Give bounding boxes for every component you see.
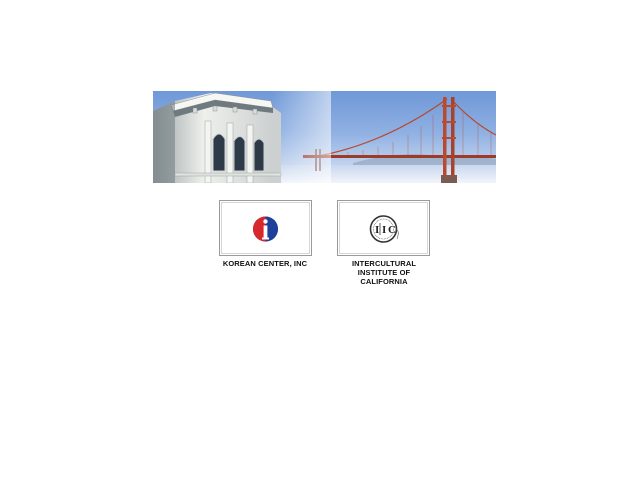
iic-name-line-2[interactable]: INSTITUTE OF [340, 268, 428, 277]
iic-logo-link[interactable]: I I C [337, 200, 430, 256]
header-banner-image [153, 91, 496, 183]
iic-logo-letter-i1: I [375, 224, 379, 236]
korean-center-logo-link[interactable] [219, 200, 312, 256]
iic-logo: I I C [369, 215, 399, 243]
iic-logo-letter-i2: I [382, 224, 386, 236]
iic-name-line-1[interactable]: INTERCULTURAL [340, 259, 428, 268]
korean-center-caption[interactable]: KOREAN CENTER, INC [212, 259, 318, 268]
page: I I C KOREAN CENTER, INC INTERCULTURAL I… [0, 0, 640, 480]
banner-illustration [153, 91, 496, 183]
iic-logo-letter-c: C [388, 224, 396, 236]
iic-caption[interactable]: INTERCULTURAL INSTITUTE OF CALIFORNIA [340, 259, 428, 286]
korean-center-name[interactable]: KOREAN CENTER, INC [212, 259, 318, 268]
korean-center-logo [253, 216, 278, 242]
iic-name-line-3[interactable]: CALIFORNIA [340, 277, 428, 286]
victorian-building [153, 92, 282, 183]
